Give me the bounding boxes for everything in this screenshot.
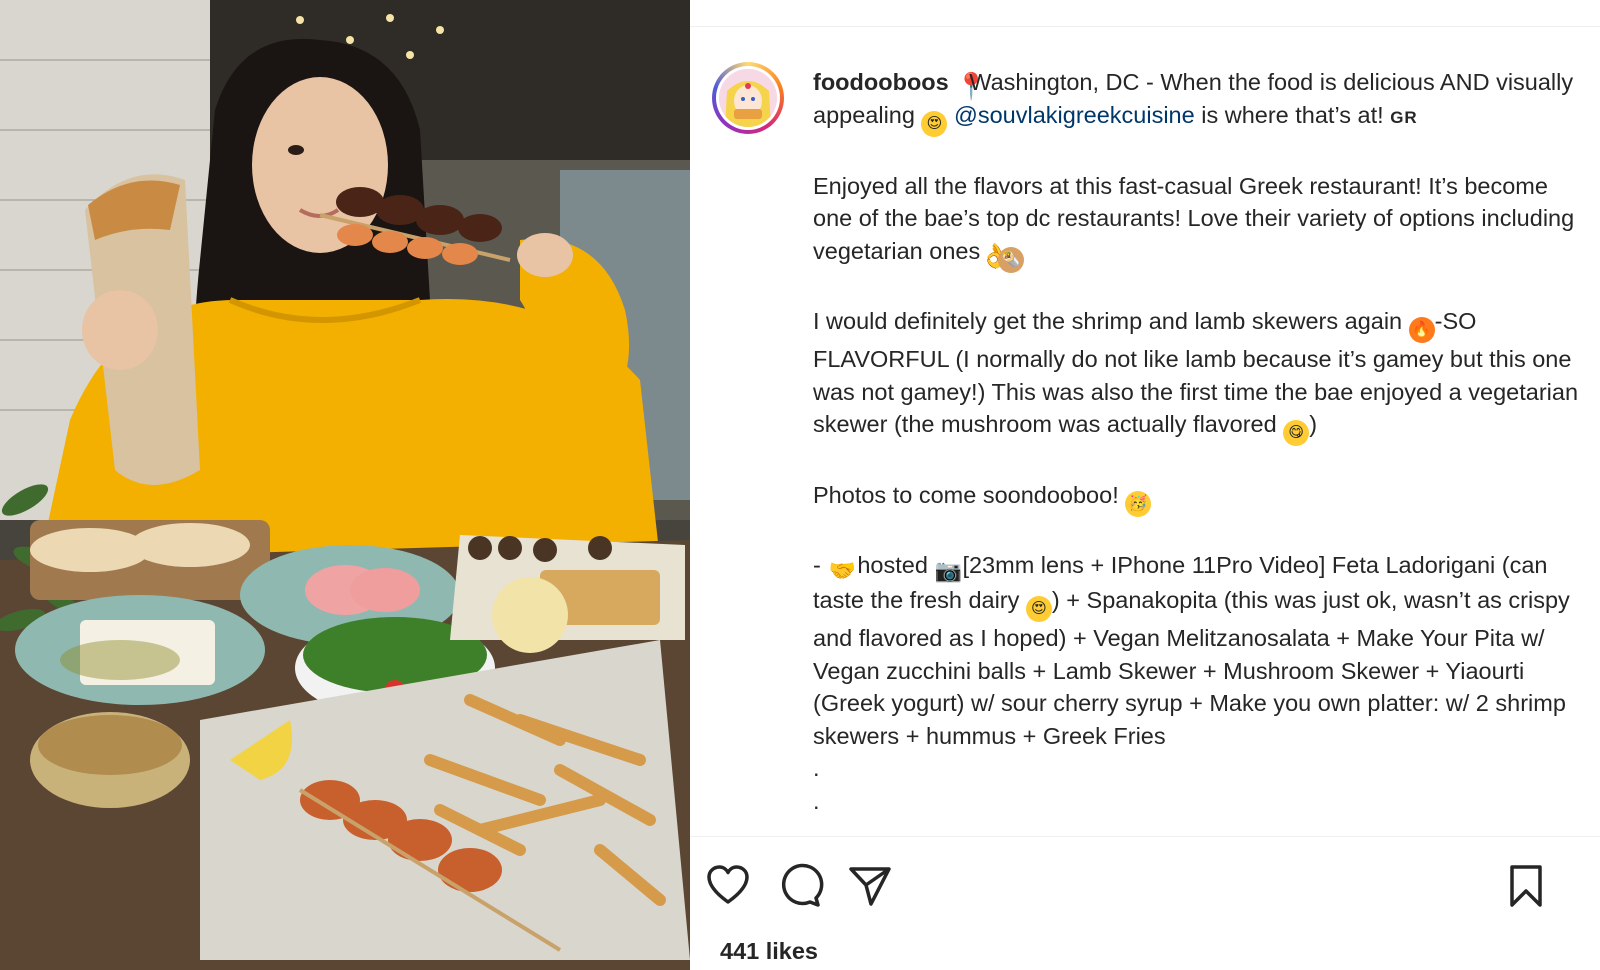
caption-line1-tail: is where that’s at! [1201, 102, 1384, 128]
share-button[interactable] [846, 862, 894, 910]
heart-eyes-icon-2: 😍 [1025, 596, 1052, 622]
caption-dot-2: . [813, 787, 820, 814]
post-side-panel: foodooboos 📍Washington, DC - When the fo… [690, 0, 1600, 970]
share-icon [849, 867, 891, 906]
heart-icon [707, 865, 749, 904]
post-photo-illustration [0, 0, 690, 970]
username-link[interactable]: foodooboos [813, 69, 949, 95]
caption-paragraph-5a: - [813, 552, 828, 578]
partying-face-icon: 🥳 [1125, 490, 1152, 517]
caption-paragraph-2: Enjoyed all the flavors at this fast-cas… [813, 172, 1575, 264]
top-divider [690, 26, 1600, 27]
comment-icon [781, 863, 824, 907]
camera-icon: 📷 [934, 558, 963, 583]
post-photo[interactable] [0, 0, 690, 970]
caption-paragraph-4: Photos to come soondooboo! [813, 481, 1119, 508]
heart-eyes-icon: 😍 [921, 111, 948, 137]
round-pushpin-icon: 📍 [955, 71, 988, 101]
caption-line1-suffix: GR [1390, 108, 1418, 127]
caption-paragraph-5b: hosted [857, 552, 935, 578]
bookmark-icon [1510, 865, 1542, 907]
save-button[interactable] [1502, 862, 1550, 910]
handshake-icon: 🤝 [828, 558, 857, 583]
likes-count[interactable]: 441 likes [720, 938, 818, 965]
yum-icon: 😋 [1283, 420, 1310, 446]
comment-button[interactable] [776, 862, 824, 910]
avatar-illustration [719, 69, 777, 127]
like-button[interactable] [704, 862, 752, 910]
caption: foodooboos 📍Washington, DC - When the fo… [813, 66, 1583, 814]
fire-icon: 🔥 [1408, 317, 1435, 343]
actions-divider [690, 836, 1600, 837]
mention-link[interactable]: @souvlakigreekcuisine [954, 102, 1195, 128]
caption-paragraph-3a: I would definitely get the shrimp and la… [813, 308, 1403, 334]
ok-hand-icon: 👌 [980, 242, 1011, 270]
caption-paragraph-3c: ) [1309, 411, 1318, 437]
story-ring[interactable] [712, 62, 784, 134]
caption-dot-1: . [813, 755, 820, 781]
burrito-icon: 🌯 [998, 246, 1025, 273]
avatar[interactable] [719, 69, 777, 127]
